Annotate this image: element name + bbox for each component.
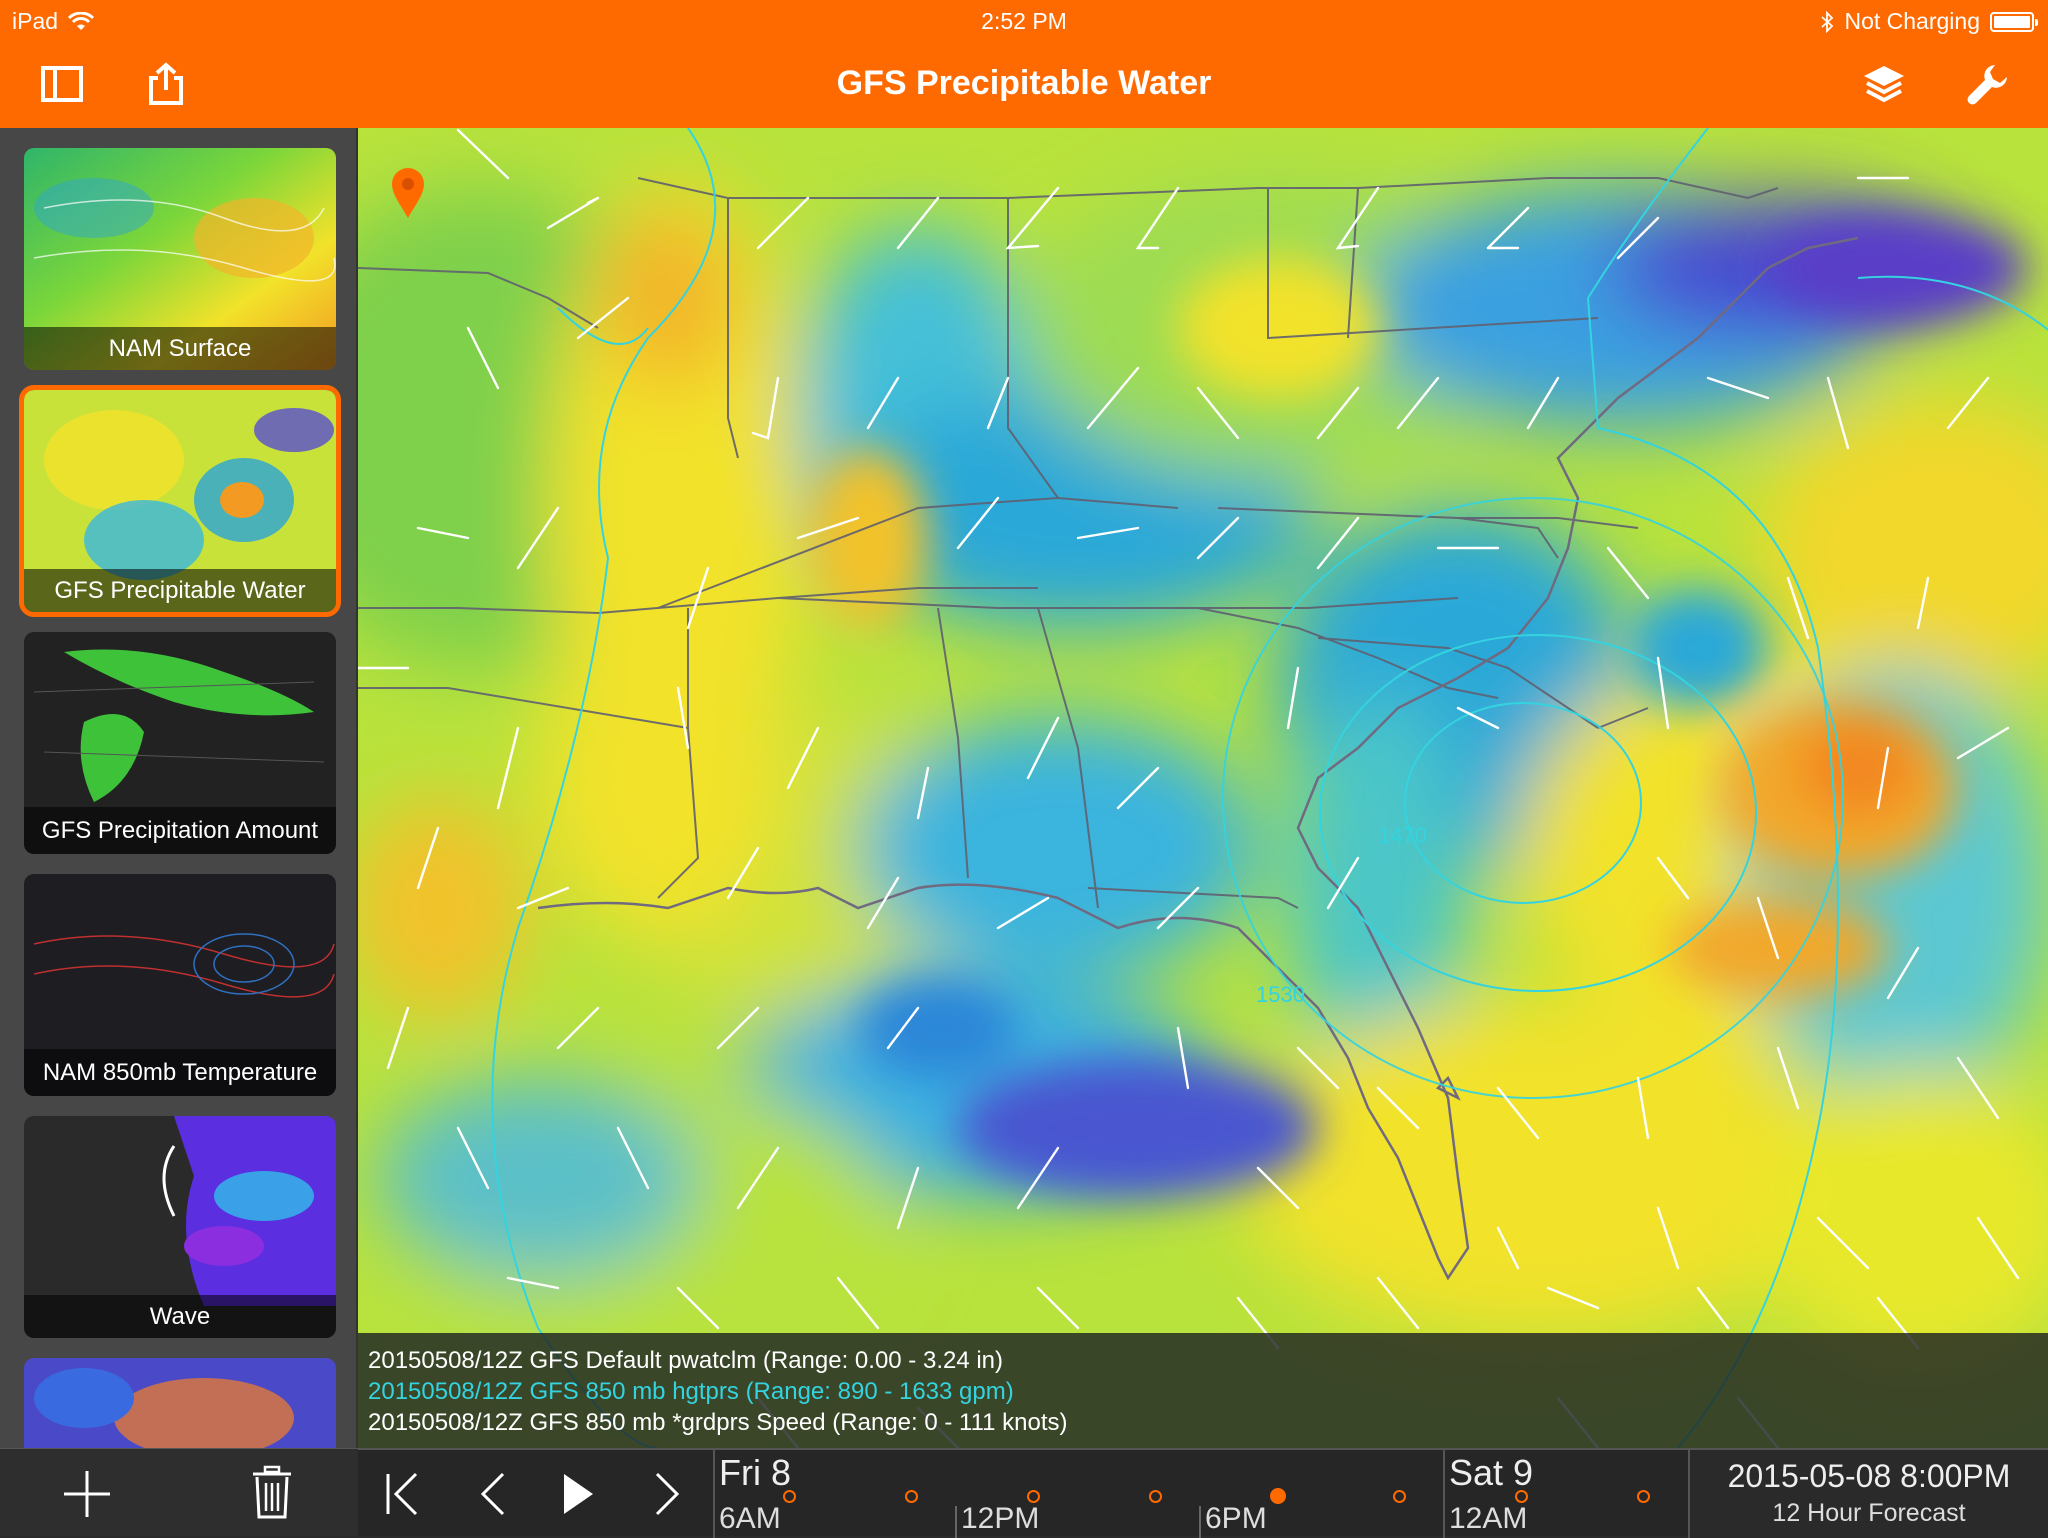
legend-line-pwat: 20150508/12Z GFS Default pwatclm (Range:…	[368, 1347, 1004, 1374]
previous-frame-button[interactable]	[452, 1450, 532, 1538]
wrench-icon	[1967, 65, 2007, 105]
top-bar: iPad 2:52 PM Not Charging GFS Precipitab…	[0, 0, 2048, 128]
sidebar-item-partial[interactable]	[24, 1358, 336, 1448]
thumbnail-partial	[24, 1358, 336, 1448]
status-time: 2:52 PM	[981, 8, 1067, 34]
sidebar-item-wave[interactable]: Wave	[24, 1116, 336, 1338]
sidebar-item-gfs-precipitation-amount[interactable]: GFS Precipitation Amount	[24, 632, 336, 854]
sidebar-toolbar	[0, 1448, 358, 1536]
chevron-right-icon	[655, 1472, 680, 1516]
timeline-bar: Fri 8 6AM 12PM 6PM Sat 9 12AM 2015-05-08…	[358, 1448, 2048, 1538]
legend-line-wind: 20150508/12Z GFS 850 mb *grdprs Speed (R…	[368, 1409, 1068, 1436]
sidebar-item-nam-850mb-temperature[interactable]: NAM 850mb Temperature	[24, 874, 336, 1096]
sidebar-item-label: GFS Precipitable Water	[24, 569, 336, 612]
chevron-left-icon	[480, 1472, 505, 1516]
day-separator	[1443, 1450, 1445, 1538]
hour-label: 6AM	[719, 1502, 781, 1535]
sidebar-item-label: Wave	[24, 1295, 336, 1338]
forecast-date: 2015-05-08 8:00PM	[1727, 1458, 2011, 1494]
timeline-frame-dot[interactable]	[783, 1490, 796, 1503]
sidebar-item-label: NAM Surface	[24, 327, 336, 370]
forecast-time-display: 2015-05-08 8:00PM 12 Hour Forecast	[1688, 1450, 2048, 1538]
status-right: Not Charging	[1820, 8, 2038, 35]
status-bar: iPad 2:52 PM Not Charging	[0, 0, 2048, 40]
map-canvas: 1470 1530	[358, 128, 2048, 1448]
first-frame-button[interactable]	[362, 1450, 442, 1538]
hour-label: 6PM	[1205, 1502, 1267, 1535]
hour-label: 12PM	[961, 1502, 1040, 1535]
tick-separator	[955, 1506, 957, 1538]
contour-label-1530: 1530	[1256, 982, 1305, 1007]
timeline-frame-dot[interactable]	[1393, 1490, 1406, 1503]
sidebar-item-gfs-precipitable-water[interactable]: GFS Precipitable Water	[19, 385, 341, 617]
hour-label: 12AM	[1449, 1502, 1528, 1535]
settings-button[interactable]	[1958, 56, 2018, 112]
timeline-frame-dot[interactable]	[1149, 1490, 1162, 1503]
weather-map[interactable]: 1470 1530	[358, 128, 2048, 1448]
next-frame-button[interactable]	[628, 1450, 708, 1538]
timeline-frame-dot[interactable]	[1515, 1490, 1528, 1503]
add-button[interactable]	[60, 1467, 114, 1521]
timeline-frame-dot-active[interactable]	[1270, 1488, 1286, 1504]
forecast-range: 12 Hour Forecast	[1772, 1499, 1966, 1527]
charging-status: Not Charging	[1844, 8, 1980, 34]
delete-button[interactable]	[250, 1465, 294, 1521]
layers-icon	[1864, 66, 1904, 103]
day-label: Fri 8	[719, 1452, 791, 1493]
trash-icon	[253, 1465, 291, 1519]
layer-legend: 20150508/12Z GFS Default pwatclm (Range:…	[358, 1333, 2048, 1448]
tick-separator	[1199, 1506, 1201, 1538]
timeline-frame-dot[interactable]	[905, 1490, 918, 1503]
legend-line-hgt: 20150508/12Z GFS 850 mb hgtprs (Range: 8…	[368, 1378, 1014, 1405]
contour-label-1470: 1470	[1378, 823, 1427, 848]
location-pin-button[interactable]	[388, 164, 428, 220]
page-title: GFS Precipitable Water	[836, 64, 1212, 102]
play-button[interactable]	[538, 1450, 618, 1538]
sidebar: NAM Surface GFS Precipitable Water GFS P…	[0, 128, 358, 1448]
bluetooth-icon	[1821, 10, 1834, 33]
skip-to-start-icon	[386, 1472, 418, 1516]
timeline-frame-dot[interactable]	[1027, 1490, 1040, 1503]
sidebar-item-nam-surface[interactable]: NAM Surface	[24, 148, 336, 370]
sidebar-item-label: NAM 850mb Temperature	[24, 1049, 336, 1096]
layers-button[interactable]	[1854, 56, 1914, 112]
play-icon	[564, 1474, 593, 1514]
battery-icon	[1990, 11, 2038, 32]
sidebar-item-label: GFS Precipitation Amount	[24, 807, 336, 854]
timeline-frame-dot[interactable]	[1637, 1490, 1650, 1503]
location-pin-icon	[392, 168, 424, 218]
day-label: Sat 9	[1449, 1452, 1534, 1493]
day-separator	[713, 1450, 715, 1538]
plus-icon	[64, 1471, 110, 1517]
